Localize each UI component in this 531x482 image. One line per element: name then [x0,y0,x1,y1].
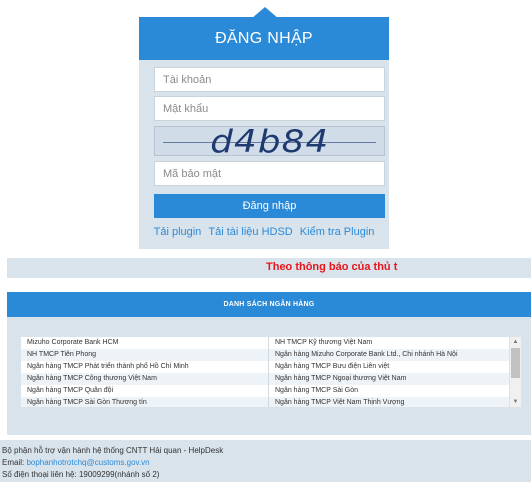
table-row: NH TMCP Tiên Phong Ngân hàng Mizuho Corp… [21,349,509,361]
scroll-up-icon[interactable]: ▲ [510,337,521,347]
bank-cell: NH TMCP Kỹ thương Việt Nam [268,337,509,349]
login-form: d4b84 Đăng nhập Tải plugin Tải tài liệu … [139,60,389,249]
captcha-text: d4b84 [209,126,330,156]
bank-cell: Ngân hàng TMCP Bưu điện Liên việt [268,361,509,373]
table-row: Ngân hàng TMCP Sài Gòn Thương tín Ngân h… [21,397,509,407]
bank-cell: Ngân hàng TMCP Quân đội [27,387,114,394]
bank-list-panel: DANH SÁCH NGÂN HÀNG Mizuho Corporate Ban… [7,292,531,435]
bank-cell: Ngân hàng TMCP Công thương Việt Nam [27,375,157,382]
table-row: Ngân hàng TMCP Công thương Việt Nam Ngân… [21,373,509,385]
check-plugin-link[interactable]: Kiểm tra Plugin [300,226,375,238]
captcha-image: d4b84 [154,126,385,156]
bank-cell: Ngân hàng TMCP Sài Gòn Thương tín [27,399,147,406]
bank-cell: Ngân hàng TMCP Ngoại thương Việt Nam [268,373,509,385]
username-input[interactable] [154,67,385,92]
scroll-down-icon[interactable]: ▼ [510,397,521,407]
email-label: Email: [2,458,27,467]
announcement-bar: Theo thông báo của thủ t [7,258,531,278]
bank-cell: NH TMCP Tiên Phong [27,351,96,358]
footer: Bộ phận hỗ trợ vận hành hệ thống CNTT Hả… [0,440,531,482]
bank-list-scrollbar[interactable]: ▲ ▼ [510,337,521,407]
bank-cell: Mizuho Corporate Bank HCM [27,339,119,346]
scroll-thumb[interactable] [511,348,520,378]
phone-text: Số điện thoại liên hệ: 19009299(nhánh số… [2,470,160,479]
download-manual-link[interactable]: Tải tài liệu HDSD [208,226,292,238]
download-plugin-link[interactable]: Tải plugin [154,226,202,238]
bank-cell: Ngân hàng TMCP Phát triển thành phố Hồ C… [27,363,189,370]
password-input[interactable] [154,96,385,121]
announcement-text: Theo thông báo của thủ t [266,261,398,273]
bank-table: Mizuho Corporate Bank HCM NH TMCP Kỹ thư… [21,337,509,407]
table-row: Mizuho Corporate Bank HCM NH TMCP Kỹ thư… [21,337,509,349]
page: ĐĂNG NHẬP d4b84 Đăng nhập Tải plugin Tải… [0,0,531,482]
login-links: Tải plugin Tải tài liệu HDSD Kiểm tra Pl… [139,226,389,238]
table-row: Ngân hàng TMCP Phát triển thành phố Hồ C… [21,361,509,373]
table-row: Ngân hàng TMCP Quân đội Ngân hàng TMCP S… [21,385,509,397]
login-button[interactable]: Đăng nhập [154,194,385,218]
captcha-input[interactable] [154,161,385,186]
bank-cell: Ngân hàng Mizuho Corporate Bank Ltd., Ch… [268,349,509,361]
login-title: ĐĂNG NHẬP [139,17,389,60]
email-line: Email: bophanhotrotchq@customs.gov.vn [2,457,531,469]
bank-list-title: DANH SÁCH NGÂN HÀNG [7,292,531,317]
bank-cell: Ngân hàng TMCP Sài Gòn [268,385,509,397]
helpdesk-text: Bộ phận hỗ trợ vận hành hệ thống CNTT Hả… [2,446,224,455]
bank-cell: Ngân hàng TMCP Việt Nam Thịnh Vượng [268,397,509,407]
email-link[interactable]: bophanhotrotchq@customs.gov.vn [26,458,149,467]
